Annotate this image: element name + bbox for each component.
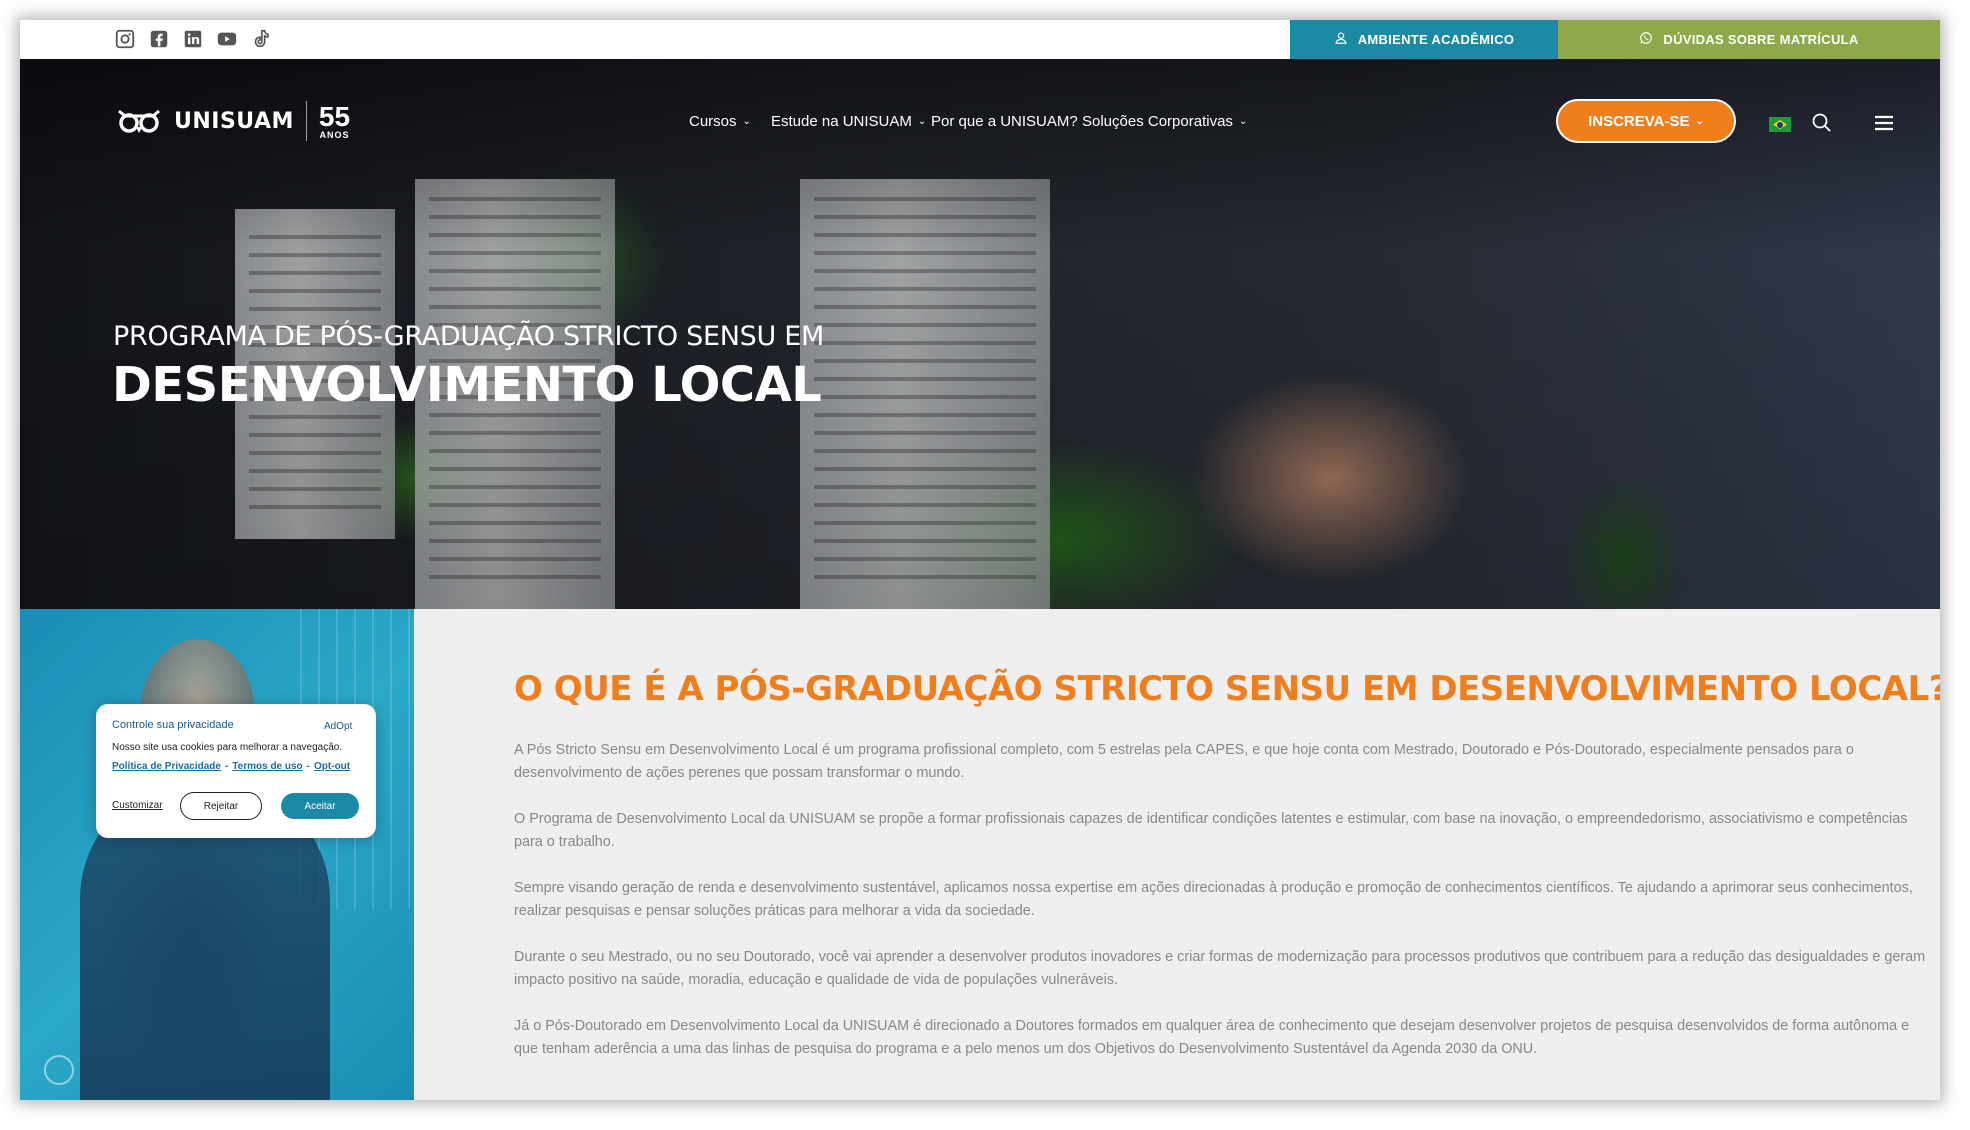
hero-subtitle: PROGRAMA DE PÓS-GRADUAÇÃO STRICTO SENSU … [113, 321, 824, 352]
link-separator: - [224, 761, 229, 772]
social-links [114, 28, 272, 50]
description-paragraphs: A Pós Stricto Sensu em Desenvolvimento L… [514, 739, 1934, 1084]
chevron-down-icon: ⌄ [1238, 116, 1248, 127]
facebook-icon[interactable] [148, 28, 170, 50]
terms-link[interactable]: Termos de uso [232, 761, 302, 772]
duvidas-matricula-button[interactable]: DÚVIDAS SOBRE MATRÍCULA [1558, 20, 1940, 59]
reject-button[interactable]: Rejeitar [180, 792, 262, 820]
nav-item-label: Soluções Corporativas [1082, 113, 1233, 130]
description-paragraph: Sempre visando geração de renda e desenv… [514, 880, 1913, 919]
program-description-section: O QUE É A PÓS-GRADUAÇÃO STRICTO SENSU EM… [414, 609, 1940, 1100]
link-separator: - [306, 761, 311, 772]
cookie-message: Nosso site usa cookies para melhorar a n… [112, 742, 343, 753]
top-utility-bar: AMBIENTE ACADÊMICO DÚVIDAS SOBRE MATRÍCU… [20, 20, 1940, 59]
inscreva-se-label: INSCREVA-SE [1588, 112, 1690, 130]
instagram-icon[interactable] [114, 28, 136, 50]
nav-item-solucoes[interactable]: Soluções Corporativas ⌄ [1082, 113, 1247, 130]
customize-button[interactable]: Customizar [112, 800, 163, 811]
nav-item-label: Estude na UNISUAM [771, 113, 912, 130]
youtube-icon[interactable] [216, 28, 238, 50]
accept-button[interactable]: Aceitar [281, 793, 359, 819]
cookie-consent-popup: Controle sua privacidade AdOpt Nosso sit… [96, 704, 376, 838]
section-heading: O QUE É A PÓS-GRADUAÇÃO STRICTO SENSU EM… [514, 669, 1940, 709]
hero-title: DESENVOLVIMENTO LOCAL [112, 357, 822, 413]
inscreva-se-button[interactable]: INSCREVA-SE ⌄ [1556, 99, 1736, 143]
chevron-down-icon: ⌄ [742, 116, 751, 127]
adopt-brand-link[interactable]: AdOpt [324, 721, 352, 732]
nav-item-label: Por que a UNISUAM? [931, 113, 1078, 130]
chevron-down-icon: ⌄ [917, 116, 927, 127]
tiktok-icon[interactable] [250, 28, 272, 50]
hero-banner: UNISUAM 55 ANOS Cursos ⌄ Estude na UNISU… [20, 59, 1940, 609]
hamburger-menu-icon[interactable] [1872, 111, 1896, 135]
search-icon[interactable] [1810, 111, 1834, 135]
nav-item-label: Cursos [689, 113, 737, 130]
nav-item-cursos[interactable]: Cursos ⌄ [689, 113, 751, 130]
chevron-down-icon: ⌄ [1695, 115, 1704, 127]
linkedin-icon[interactable] [182, 28, 204, 50]
cookie-title: Controle sua privacidade [112, 719, 234, 731]
user-icon [1334, 31, 1348, 48]
ambiente-academico-button[interactable]: AMBIENTE ACADÊMICO [1290, 20, 1558, 59]
cookie-links: Política de Privacidade - Termos de uso - Op… [112, 761, 350, 772]
accessibility-icon[interactable] [44, 1055, 74, 1085]
whatsapp-icon [1639, 31, 1653, 48]
nav-item-por-que[interactable]: Por que a UNISUAM? [931, 113, 1078, 130]
browser-page: AMBIENTE ACADÊMICO DÚVIDAS SOBRE MATRÍCU… [20, 20, 1940, 1100]
brazil-flag-icon[interactable] [1769, 117, 1791, 132]
description-paragraph: Já o Pós-Doutorado em Desenvolvimento Lo… [514, 1018, 1910, 1057]
privacy-policy-link[interactable]: Política de Privacidade [112, 761, 221, 772]
description-paragraph: A Pós Stricto Sensu em Desenvolvimento L… [514, 742, 1854, 781]
duvidas-matricula-label: DÚVIDAS SOBRE MATRÍCULA [1663, 32, 1859, 47]
student-photo [20, 609, 414, 1100]
ambiente-academico-label: AMBIENTE ACADÊMICO [1357, 32, 1515, 47]
nav-item-estude[interactable]: Estude na UNISUAM ⌄ [771, 113, 926, 130]
description-paragraph: O Programa de Desenvolvimento Local da U… [514, 811, 1908, 850]
opt-out-link[interactable]: Opt-out [314, 761, 350, 772]
description-paragraph: Durante o seu Mestrado, ou no seu Doutor… [514, 949, 1926, 988]
